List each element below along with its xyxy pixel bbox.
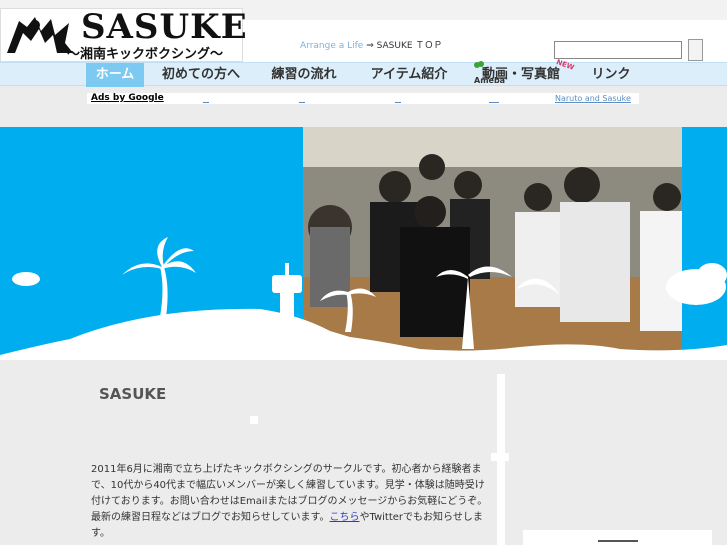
nav-items[interactable]: アイテム紹介 [362,63,456,87]
breadcrumb: Arrange a Life ⇒ SASUKE ＴＯＰ [300,38,442,51]
ad-link-3[interactable] [395,102,401,103]
ad-link-1[interactable] [203,102,209,103]
ameba-leaf-icon [474,61,484,68]
search-input[interactable] [554,41,682,59]
site-logo[interactable]: SASUKE 〜湘南キックボクシング〜 [0,7,247,62]
nav-practice-flow[interactable]: 練習の流れ [262,63,346,87]
sidebar-box [523,530,712,545]
ameba-label: Ameba [474,76,506,85]
nav-links[interactable]: リンク [584,63,638,87]
page-title: SASUKE [99,385,167,403]
ad-link-naruto[interactable]: Naruto and Sasuke [555,93,631,104]
hero-banner [0,127,727,360]
ad-link-4[interactable] [489,102,499,103]
nav-beginners[interactable]: 初めての方へ [156,63,246,87]
breadcrumb-arrow: ⇒ [366,41,374,51]
main-nav: ホーム 初めての方へ 練習の流れ アイテム紹介 動画・写真館 リンク [0,62,727,87]
ad-bar: Ads by Google Naruto and Sasuke [87,93,639,104]
logo-wordmark: SASUKE [81,7,248,47]
intro-paragraph: 2011年6月に湘南で立ち上げたキックボクシングのサークルです。初心者から経験者… [91,462,491,542]
breadcrumb-site-link[interactable]: Arrange a Life [300,41,363,51]
logo-tagline: 〜湘南キックボクシング〜 [67,47,224,62]
nav-home[interactable]: ホーム [86,63,144,87]
ad-link-2[interactable] [299,102,305,103]
column-divider-knob [491,453,509,461]
breadcrumb-current: SASUKE ＴＯＰ [376,41,443,51]
ads-by-google-label[interactable]: Ads by Google [91,93,164,104]
title-decoration [250,416,258,424]
fighter-logo-icon [7,17,73,53]
group-photo [303,127,682,360]
sidebar-box-bar [598,540,638,542]
search-button[interactable] [688,39,703,61]
intro-more-link[interactable]: こちら [330,512,360,523]
